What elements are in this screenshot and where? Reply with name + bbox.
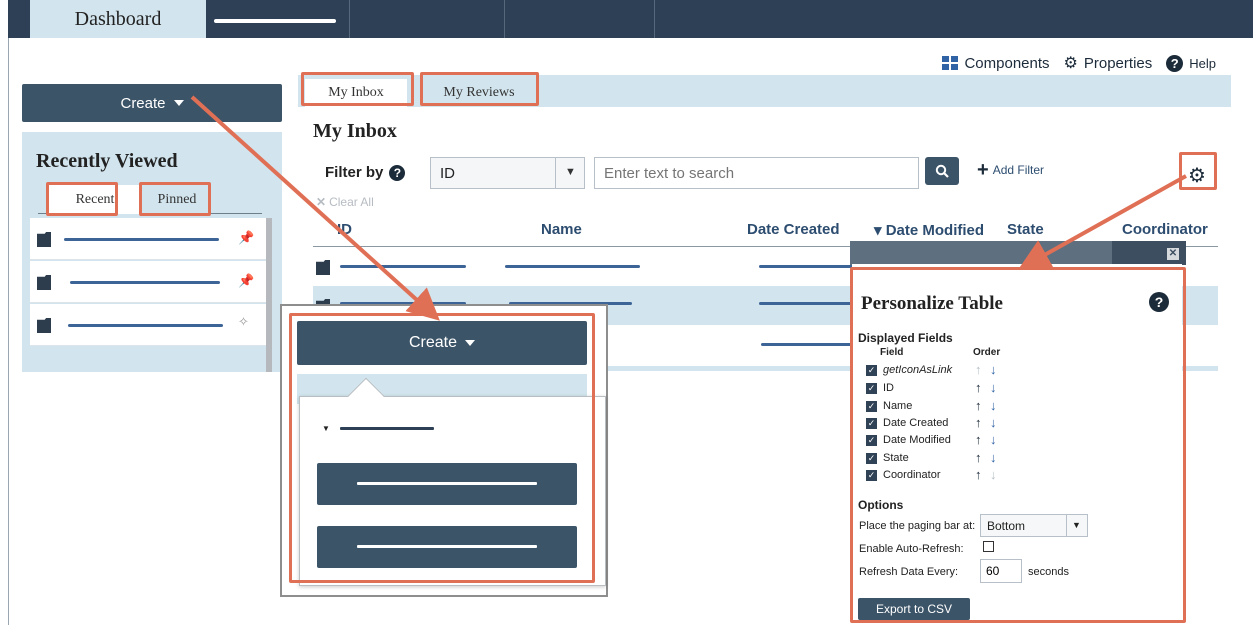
annotation-arrows xyxy=(190,95,1187,321)
